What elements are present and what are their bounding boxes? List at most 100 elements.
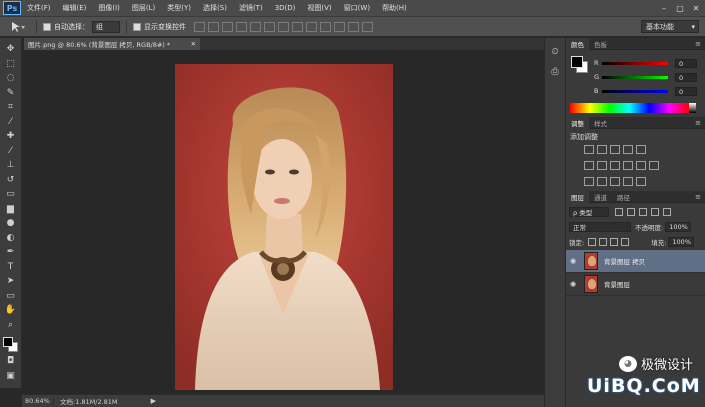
hand-tool-icon[interactable]: ✋ xyxy=(3,303,19,318)
lock-position-icon[interactable] xyxy=(610,237,619,246)
menu-view[interactable]: 视图(V) xyxy=(301,3,337,13)
align-right-icon[interactable] xyxy=(264,21,275,32)
close-button[interactable]: ✕ xyxy=(689,2,703,14)
marquee-tool-icon[interactable]: ⬚ xyxy=(3,57,19,72)
distribute-hcenter-icon[interactable] xyxy=(334,21,345,32)
panel-menu-icon[interactable]: ≡ xyxy=(695,40,701,48)
tab-paths[interactable]: 路径 xyxy=(612,191,635,203)
blue-slider[interactable]: B 0 xyxy=(594,86,702,96)
red-value[interactable]: 0 xyxy=(675,58,697,68)
panel-menu-icon[interactable]: ≡ xyxy=(695,119,701,127)
layer-row-background[interactable]: ◉ 背景图层 xyxy=(566,273,705,296)
align-vcenter-icon[interactable] xyxy=(208,21,219,32)
quick-select-tool-icon[interactable]: ✎ xyxy=(3,86,19,101)
menu-edit[interactable]: 编辑(E) xyxy=(57,3,93,13)
status-menu-arrow-icon[interactable]: ▶ xyxy=(151,397,156,405)
lock-image-icon[interactable] xyxy=(599,237,608,246)
clone-stamp-tool-icon[interactable]: ⊥ xyxy=(3,158,19,173)
blue-value[interactable]: 0 xyxy=(675,86,697,96)
distribute-top-icon[interactable] xyxy=(278,21,289,32)
filter-shape-icon[interactable] xyxy=(651,207,659,216)
pen-tool-icon[interactable]: ✒ xyxy=(3,245,19,260)
type-tool-icon[interactable]: T xyxy=(3,260,19,275)
history-panel-icon[interactable]: ⏲ xyxy=(547,44,563,60)
invert-icon[interactable] xyxy=(584,177,594,186)
color-foreground-swatch[interactable] xyxy=(571,56,583,68)
restore-button[interactable]: ▢ xyxy=(673,2,687,14)
channel-mixer-icon[interactable] xyxy=(636,161,646,170)
zoom-tool-icon[interactable]: ⌕ xyxy=(3,318,19,333)
gradient-map-icon[interactable] xyxy=(623,177,633,186)
shape-tool-icon[interactable]: ▭ xyxy=(3,289,19,304)
brush-tool-icon[interactable]: ⁄ xyxy=(3,144,19,159)
menu-image[interactable]: 图像(I) xyxy=(92,3,126,13)
tab-styles[interactable]: 样式 xyxy=(589,117,612,129)
auto-align-icon[interactable] xyxy=(362,21,373,32)
blur-tool-icon[interactable]: ● xyxy=(3,216,19,231)
zoom-level[interactable]: 80.64% xyxy=(22,397,54,405)
fill-field[interactable]: 100% xyxy=(668,236,695,247)
vibrance-icon[interactable] xyxy=(636,145,646,154)
menu-file[interactable]: 文件(F) xyxy=(21,3,57,13)
green-slider[interactable]: G 0 xyxy=(594,72,702,82)
document-tab[interactable]: 图片.png @ 80.6% (背景图层 拷贝, RGB/8#) * ✕ xyxy=(24,38,200,51)
menu-help[interactable]: 帮助(H) xyxy=(376,3,413,13)
eyedropper-tool-icon[interactable]: ⁄ xyxy=(3,115,19,130)
color-spectrum[interactable] xyxy=(570,103,689,113)
selective-color-icon[interactable] xyxy=(636,177,646,186)
blue-track[interactable] xyxy=(602,89,668,93)
workspace-dropdown[interactable]: 基本功能 ▾ xyxy=(641,20,699,33)
healing-brush-tool-icon[interactable]: ✚ xyxy=(3,129,19,144)
menu-type[interactable]: 类型(Y) xyxy=(161,3,197,13)
brightness-icon[interactable] xyxy=(584,145,594,154)
distribute-bottom-icon[interactable] xyxy=(306,21,317,32)
dodge-tool-icon[interactable]: ◐ xyxy=(3,231,19,246)
filter-adjustment-icon[interactable] xyxy=(627,207,635,216)
photo-filter-icon[interactable] xyxy=(623,161,633,170)
panel-menu-icon[interactable]: ≡ xyxy=(695,193,701,201)
green-value[interactable]: 0 xyxy=(675,72,697,82)
filter-smart-icon[interactable] xyxy=(663,207,671,216)
tab-color[interactable]: 颜色 xyxy=(566,37,589,50)
color-lookup-icon[interactable] xyxy=(649,161,659,170)
black-white-icon[interactable] xyxy=(610,161,620,170)
menu-select[interactable]: 选择(S) xyxy=(197,3,233,13)
tab-layers[interactable]: 图层 xyxy=(566,190,589,203)
quick-mask-icon[interactable]: ◘ xyxy=(3,354,19,369)
grayscale-ramp[interactable] xyxy=(689,103,696,113)
layer-filter-dropdown[interactable]: ρ 类型 xyxy=(569,206,609,217)
tab-adjustments[interactable]: 调整 xyxy=(566,116,589,129)
path-select-tool-icon[interactable]: ➤ xyxy=(3,274,19,289)
menu-window[interactable]: 窗口(W) xyxy=(338,3,376,13)
tab-channels[interactable]: 通道 xyxy=(589,191,612,203)
green-track[interactable] xyxy=(602,75,668,79)
lasso-tool-icon[interactable]: ◌ xyxy=(3,71,19,86)
minimize-button[interactable]: – xyxy=(657,2,671,14)
distribute-left-icon[interactable] xyxy=(320,21,331,32)
filter-pixel-icon[interactable] xyxy=(615,207,623,216)
blend-mode-dropdown[interactable]: 正常 xyxy=(569,221,631,232)
hue-saturation-icon[interactable] xyxy=(584,161,594,170)
menu-layer[interactable]: 图层(L) xyxy=(126,3,161,13)
align-top-icon[interactable] xyxy=(194,21,205,32)
eye-icon[interactable]: ◉ xyxy=(566,257,580,265)
color-swatches[interactable] xyxy=(2,336,20,354)
close-tab-icon[interactable]: ✕ xyxy=(191,40,196,48)
lock-all-icon[interactable] xyxy=(621,237,630,246)
crop-tool-icon[interactable]: ⌗ xyxy=(3,100,19,115)
menu-3d[interactable]: 3D(D) xyxy=(269,4,302,12)
levels-icon[interactable] xyxy=(597,145,607,154)
posterize-icon[interactable] xyxy=(597,177,607,186)
foreground-color-swatch[interactable] xyxy=(2,337,13,347)
align-hcenter-icon[interactable] xyxy=(250,21,261,32)
filter-type-icon[interactable] xyxy=(639,207,647,216)
screen-mode-icon[interactable]: ▣ xyxy=(3,369,19,384)
layer-name[interactable]: 背景图层 拷贝 xyxy=(604,256,645,266)
red-slider[interactable]: R 0 xyxy=(594,58,702,68)
show-transform-checkbox[interactable] xyxy=(133,22,141,31)
red-track[interactable] xyxy=(602,61,668,65)
photo-canvas[interactable] xyxy=(175,64,393,390)
canvas-area[interactable] xyxy=(24,51,544,394)
gradient-tool-icon[interactable]: ▆ xyxy=(3,202,19,217)
layer-name[interactable]: 背景图层 xyxy=(604,279,630,289)
